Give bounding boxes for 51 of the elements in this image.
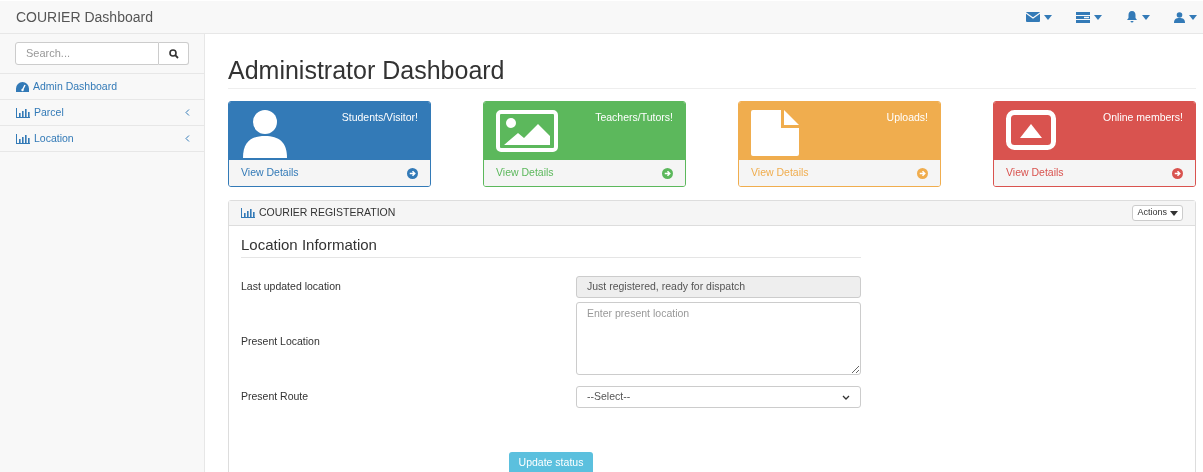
dashboard-icon [16, 81, 29, 92]
chevron-left-icon [185, 135, 190, 142]
caret-icon [1044, 14, 1052, 20]
card-title: Students/Visitor! [341, 110, 418, 125]
panel-heading: COURIER REGISTERATION [259, 205, 396, 221]
caret-icon [1094, 14, 1102, 20]
bar-chart-icon [16, 107, 30, 118]
search-icon [168, 48, 179, 59]
card-title: Teachers/Tutors! [595, 110, 673, 125]
caret-icon [1170, 210, 1178, 216]
image-icon [496, 110, 558, 152]
view-details-link[interactable]: View Details [496, 165, 554, 181]
file-icon [751, 110, 801, 156]
brand-title[interactable]: COURIER Dashboard [16, 6, 153, 28]
actions-button[interactable]: Actions [1132, 205, 1183, 221]
view-details-link[interactable]: View Details [1006, 165, 1064, 181]
form-title: Location Information [241, 236, 861, 258]
card-title: Uploads! [886, 110, 928, 125]
arrow-right-circle-icon [662, 167, 673, 179]
bell-icon[interactable] [1126, 11, 1138, 23]
search-field[interactable]: Search... [15, 42, 159, 65]
bar-chart-icon [16, 133, 30, 144]
page-title: Administrator Dashboard [228, 56, 1196, 89]
chevron-left-icon [185, 109, 190, 116]
bar-chart-icon [241, 208, 255, 218]
search-button[interactable] [159, 42, 189, 65]
sidebar-item[interactable]: Admin Dashboard [0, 74, 204, 100]
card-footer[interactable]: View Details [994, 160, 1195, 186]
last-location-field: Just registered, ready for dispatch [576, 276, 861, 298]
sidebar-item[interactable]: Location [0, 126, 204, 152]
caret-icon [1142, 14, 1150, 20]
card-title: Online members! [1103, 110, 1183, 125]
route-select[interactable]: --Select-- [576, 386, 861, 408]
arrow-right-circle-icon [407, 167, 418, 179]
envelope-icon[interactable] [1026, 12, 1040, 22]
arrow-right-circle-icon [1172, 167, 1183, 179]
field-label: Present Route [241, 389, 310, 405]
sidebar-item[interactable]: Parcel [0, 100, 204, 126]
card-footer[interactable]: View Details [484, 160, 685, 186]
caret-icon [1189, 14, 1197, 20]
caret-up-square-icon [1006, 110, 1056, 150]
user-icon [241, 110, 289, 158]
chevron-down-icon [842, 394, 850, 400]
arrow-right-circle-icon [917, 167, 928, 179]
user-icon[interactable] [1174, 11, 1185, 23]
present-location-field[interactable]: Enter present location [576, 302, 861, 375]
view-details-link[interactable]: View Details [241, 165, 299, 181]
field-label: Last updated location [241, 279, 342, 295]
field-label: Present Location [241, 334, 321, 350]
card-footer[interactable]: View Details [229, 160, 430, 186]
tasks-icon[interactable] [1076, 11, 1090, 23]
